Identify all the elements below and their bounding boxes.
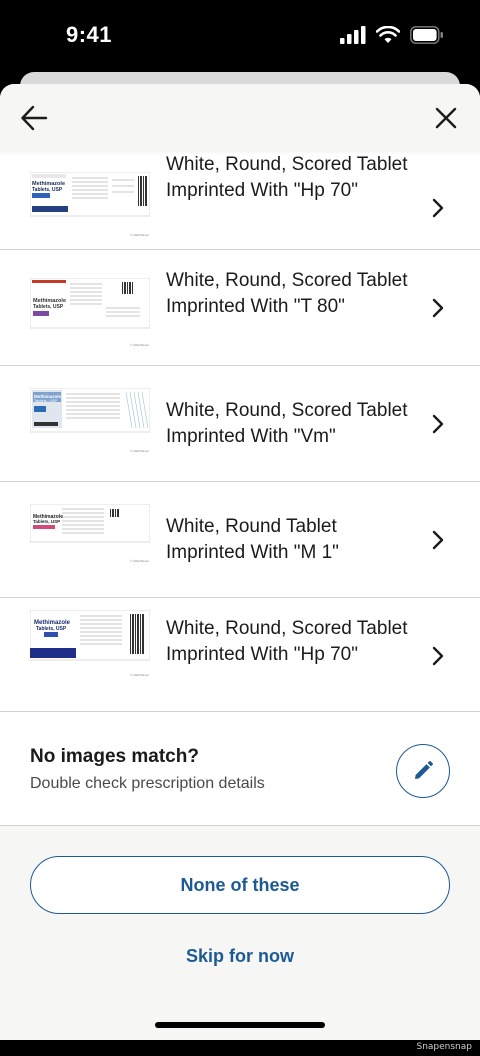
signal-icon [340,26,366,44]
label-footnote: © 2022 Baxter [130,343,149,347]
chevron-right-icon [432,646,444,666]
footer-actions: None of these Skip for now [0,826,480,1040]
result-description: White, Round, Scored Tablet Imprinted Wi… [166,154,408,201]
watermark: Snapensnap [416,1042,472,1052]
label-sub: Tablets, USP [36,626,67,632]
status-time: 9:41 [66,22,113,47]
none-of-these-button[interactable]: None of these [30,856,450,914]
back-button[interactable] [18,102,50,134]
drug-label-image: Methimazole Tablets, USP © 2022 Baxter [30,610,150,677]
chevron-right-icon [432,530,444,550]
skip-for-now-button[interactable]: Skip for now [0,938,480,974]
pencil-icon [415,761,433,779]
label-footnote: © 2022 Baxter [130,449,149,453]
chevron-right-icon [432,298,444,318]
close-icon [435,107,457,129]
result-row[interactable]: Methimazole Tablets, USP © 2022 Baxter W… [0,598,480,712]
drug-label-image: Methimazole Tablets, USP © 2022 Baxter [30,504,150,563]
result-row[interactable]: Methimazole Tablets, USP © 2022 Baxter W… [0,482,480,598]
bottom-sheet: Methimazole Tablets, USP © 2022 Baxter W… [0,84,480,1040]
result-description: White, Round, Scored Tablet Imprinted Wi… [166,270,408,317]
label-footnote: © 2022 Baxter [130,233,149,237]
chevron-right-icon [432,198,444,218]
chevron-right-icon [432,414,444,434]
sheet-header [0,84,480,152]
no-match-subtitle: Double check prescription details [30,775,265,792]
drug-label-image: Methimazole Tablets, USP © 2022 Baxter [30,388,150,453]
drug-label-image: Methimazole Tablets, USP © 2022 Baxter [30,172,150,237]
home-indicator[interactable] [155,1022,325,1028]
no-match-title: No images match? [30,746,199,767]
result-description: White, Round, Scored Tablet Imprinted Wi… [166,618,408,665]
status-bar: 9:41 [0,0,480,70]
label-footnote: © 2022 Baxter [130,559,149,563]
status-icons [340,26,444,44]
result-row[interactable]: Methimazole Tablets, USP © 2022 Baxter W… [0,250,480,366]
wifi-icon [376,26,400,43]
no-match-section: No images match? Double check prescripti… [0,712,480,826]
label-footnote: © 2022 Baxter [130,673,149,677]
battery-icon [410,26,443,44]
arrow-left-icon [21,105,48,131]
result-description: White, Round Tablet Imprinted With "M 1" [166,516,339,563]
edit-prescription-button[interactable] [396,744,450,798]
label-sub: Tablets, USP [32,187,63,193]
label-sub: Tablets, USP [33,304,64,310]
result-description: White, Round, Scored Tablet Imprinted Wi… [166,400,408,447]
drug-label-image: Methimazole Tablets, USP © 2022 Baxter [30,278,150,347]
bottom-strip [0,1040,480,1056]
close-button[interactable] [430,102,462,134]
label-sub: Tablets, USP [33,519,60,524]
label-sub: Tablets, USP [34,398,57,403]
result-row[interactable]: Methimazole Tablets, USP © 2022 Baxter W… [0,366,480,482]
